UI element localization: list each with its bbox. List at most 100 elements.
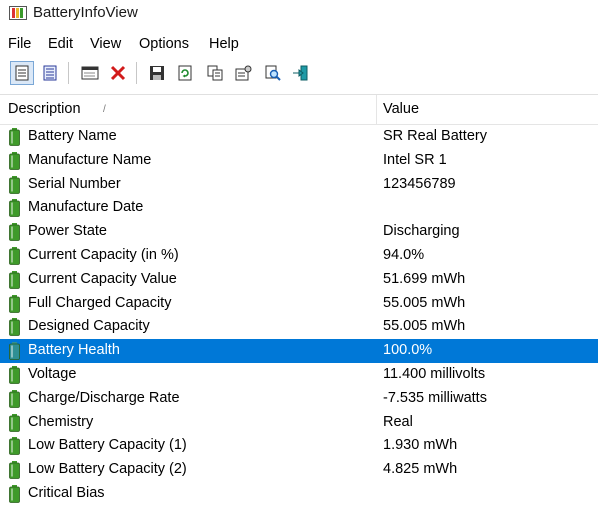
window-title: BatteryInfoView [33, 4, 138, 21]
row-value: Intel SR 1 [383, 151, 447, 168]
toolbar [0, 56, 598, 92]
row-value: Real [383, 413, 413, 430]
toolbar-separator [68, 62, 69, 84]
battery-icon [9, 175, 20, 197]
row-value: 55.005 mWh [383, 294, 466, 311]
list-item[interactable]: Current Capacity (in %) 94.0% [0, 244, 598, 268]
menu-view[interactable]: View [90, 36, 121, 52]
list-item[interactable]: Manufacture Date [0, 196, 598, 220]
column-separator[interactable] [376, 95, 377, 124]
menu-edit[interactable]: Edit [48, 36, 73, 52]
row-value: 11.400 millivolts [383, 365, 486, 382]
row-value: 94.0% [383, 246, 425, 263]
save-icon [150, 66, 164, 80]
menu-file[interactable]: File [8, 36, 31, 52]
row-description: Battery Health [28, 342, 120, 359]
list-header: Description / Value [0, 95, 598, 125]
row-description: Low Battery Capacity (2) [28, 461, 187, 478]
row-description: Manufacture Name [28, 151, 152, 168]
battery-icon [9, 294, 20, 316]
copy-icon [207, 65, 223, 81]
row-description: Battery Name [28, 128, 117, 144]
toolbar-separator [136, 62, 137, 84]
battery-icon [9, 461, 20, 482]
row-value: SR Real Battery [383, 128, 487, 144]
list-item[interactable]: Critical Bias [0, 482, 598, 506]
column-header-description[interactable]: Description [8, 101, 81, 117]
menu-help[interactable]: Help [209, 36, 239, 52]
properties-button[interactable] [231, 61, 255, 85]
list-item[interactable]: Current Capacity Value 51.699 mWh [0, 268, 598, 292]
battery-icon [9, 246, 20, 268]
app-battery-icon [9, 6, 27, 23]
row-description: Serial Number [28, 175, 121, 192]
delete-icon [110, 65, 126, 81]
row-description: Low Battery Capacity (1) [28, 437, 187, 454]
row-description: Chemistry [28, 413, 94, 430]
list-item[interactable]: Low Battery Capacity (1) 1.930 mWh [0, 434, 598, 458]
row-value: 55.005 mWh [383, 318, 466, 335]
title-bar: BatteryInfoView [0, 0, 598, 28]
properties-window-icon [81, 66, 99, 80]
battery-icon [9, 199, 20, 220]
battery-info-list[interactable]: Description / Value Battery Name SR Real … [0, 94, 598, 508]
text-report-icon [43, 65, 57, 81]
find-icon [265, 65, 281, 81]
exit-icon [293, 65, 308, 81]
battery-icon [9, 365, 20, 387]
list-item[interactable]: Designed Capacity 55.005 mWh [0, 315, 598, 339]
exit-button[interactable] [289, 61, 313, 85]
copy-button[interactable] [203, 61, 227, 85]
refresh-icon [178, 65, 192, 81]
battery-icon [9, 484, 20, 506]
list-rows: Battery Name SR Real Battery Manufacture N… [0, 125, 598, 506]
properties-window-button[interactable] [78, 61, 102, 85]
row-description: Charge/Discharge Rate [28, 389, 180, 406]
battery-icon [9, 151, 20, 173]
refresh-button[interactable] [173, 61, 197, 85]
battery-icon [9, 437, 20, 458]
list-item[interactable]: Serial Number 123456789 [0, 173, 598, 197]
battery-icon [9, 223, 20, 244]
row-description: Designed Capacity [28, 318, 150, 335]
html-report-icon [15, 65, 29, 81]
text-report-button[interactable] [38, 61, 62, 85]
row-description: Voltage [28, 365, 77, 382]
list-item[interactable]: Chemistry Real [0, 411, 598, 435]
battery-icon [9, 318, 20, 339]
list-item[interactable]: Battery Health 100.0% [0, 339, 598, 363]
list-item[interactable]: Charge/Discharge Rate -7.535 milliwatts [0, 387, 598, 411]
html-report-button[interactable] [10, 61, 34, 85]
row-description: Power State [28, 223, 107, 240]
battery-icon [9, 128, 20, 149]
list-item[interactable]: Manufacture Name Intel SR 1 [0, 149, 598, 173]
row-value: 4.825 mWh [383, 461, 458, 478]
row-value: 123456789 [383, 175, 456, 192]
list-item[interactable]: Power State Discharging [0, 220, 598, 244]
battery-icon [9, 270, 20, 292]
properties-icon [235, 65, 252, 81]
menu-bar: File Edit View Options Help [0, 32, 598, 56]
battery-icon [9, 389, 20, 411]
row-description: Current Capacity Value [28, 270, 177, 287]
list-item[interactable]: Voltage 11.400 millivolts [0, 363, 598, 387]
list-item[interactable]: Battery Name SR Real Battery [0, 125, 598, 149]
sort-indicator: / [103, 104, 106, 115]
row-description: Critical Bias [28, 484, 105, 501]
battery-icon [9, 342, 20, 363]
column-header-value[interactable]: Value [383, 101, 419, 117]
row-description: Current Capacity (in %) [28, 246, 179, 263]
battery-icon [9, 413, 20, 435]
row-value: -7.535 milliwatts [383, 389, 487, 406]
row-description: Manufacture Date [28, 199, 144, 216]
delete-button[interactable] [106, 61, 130, 85]
save-button[interactable] [145, 61, 169, 85]
menu-options[interactable]: Options [139, 36, 189, 52]
row-value: 1.930 mWh [383, 437, 458, 454]
list-item[interactable]: Full Charged Capacity 55.005 mWh [0, 292, 598, 316]
row-value: 51.699 mWh [383, 270, 466, 287]
find-button[interactable] [261, 61, 285, 85]
row-value: 100.0% [383, 342, 433, 359]
list-item[interactable]: Low Battery Capacity (2) 4.825 mWh [0, 458, 598, 482]
row-value: Discharging [383, 223, 460, 240]
